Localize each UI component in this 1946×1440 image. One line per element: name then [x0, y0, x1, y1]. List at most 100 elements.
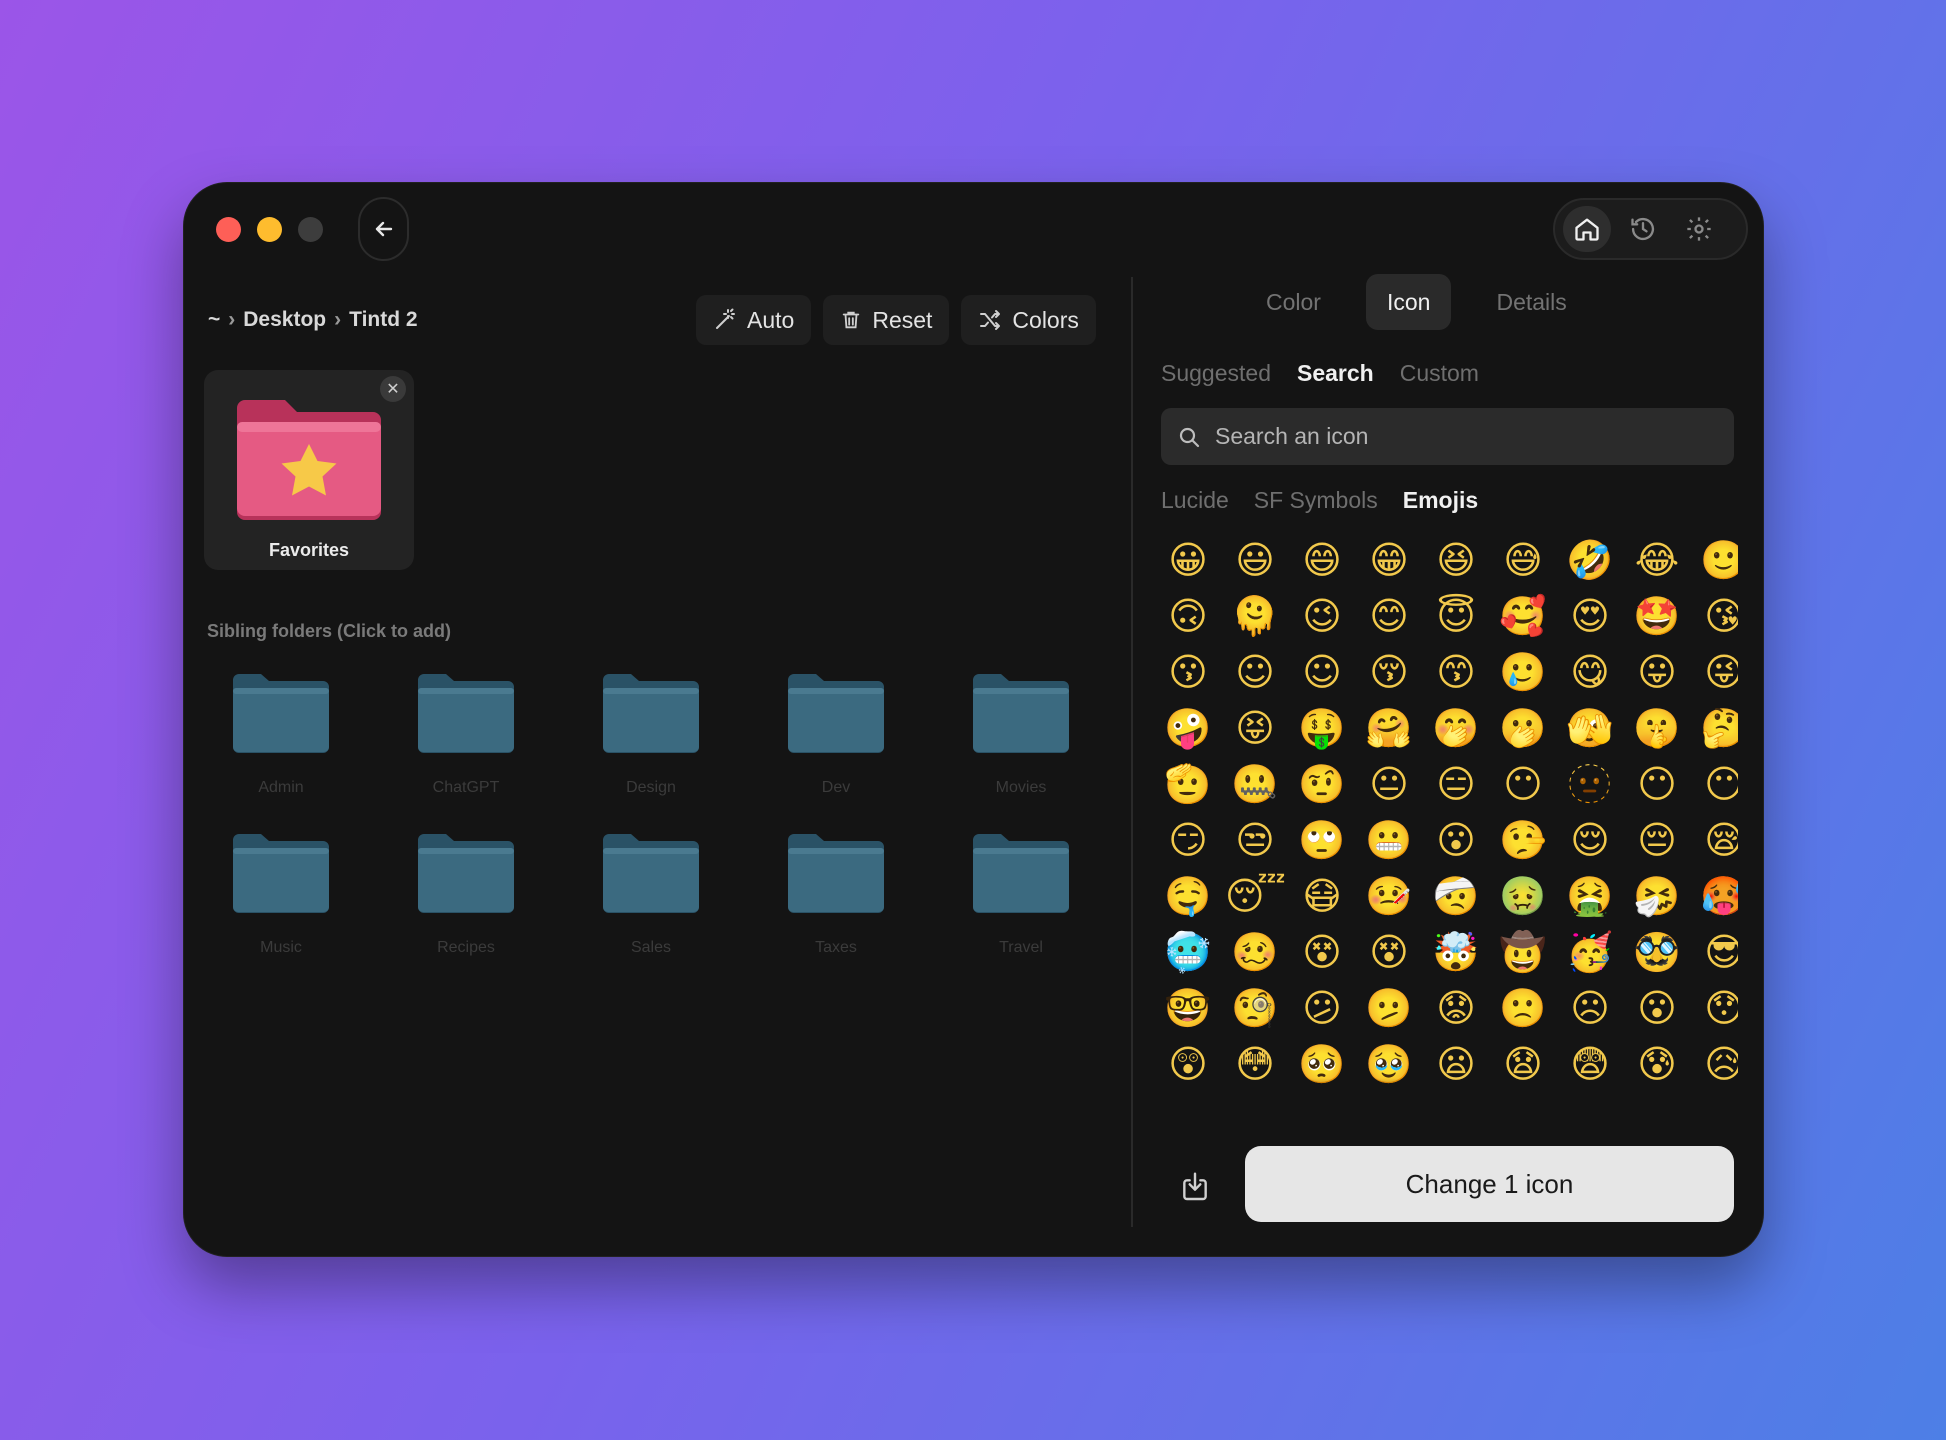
emoji-option[interactable]: 🥸 — [1627, 924, 1687, 980]
emoji-option[interactable]: 😊 — [1359, 588, 1419, 644]
emoji-option[interactable]: 😮 — [1426, 812, 1486, 868]
back-button[interactable] — [358, 197, 409, 261]
emoji-option[interactable]: 😨 — [1560, 1036, 1620, 1092]
emoji-option[interactable]: 😋 — [1560, 644, 1620, 700]
emoji-option[interactable]: 🙃 — [1158, 588, 1218, 644]
emoji-option[interactable]: 😂 — [1627, 532, 1687, 588]
emoji-option[interactable]: 😒 — [1225, 812, 1285, 868]
minimize-window-button[interactable] — [257, 217, 282, 242]
emoji-option[interactable]: 🤭 — [1426, 700, 1486, 756]
emoji-option[interactable]: 😪 — [1694, 812, 1738, 868]
emoji-option[interactable]: 🫥 — [1560, 756, 1620, 812]
emoji-option[interactable]: 😕 — [1292, 980, 1352, 1036]
emoji-option[interactable]: 😰 — [1627, 1036, 1687, 1092]
emoji-option[interactable]: 😯 — [1694, 980, 1738, 1036]
icon-search-input[interactable] — [1215, 423, 1695, 450]
sibling-folder[interactable]: Travel — [971, 832, 1071, 957]
sibling-folder[interactable]: Admin — [231, 672, 331, 797]
emoji-option[interactable]: 🤧 — [1627, 868, 1687, 924]
emoji-option[interactable]: 😃 — [1225, 532, 1285, 588]
sibling-folder[interactable]: Dev — [786, 672, 886, 797]
emoji-option[interactable]: 🫢 — [1493, 700, 1553, 756]
emoji-option[interactable]: 😬 — [1359, 812, 1419, 868]
close-window-button[interactable] — [216, 217, 241, 242]
emoji-option[interactable]: 🤥 — [1493, 812, 1553, 868]
sibling-folder[interactable]: Design — [601, 672, 701, 797]
emoji-option[interactable]: 😝 — [1225, 700, 1285, 756]
zoom-window-button[interactable] — [298, 217, 323, 242]
emoji-option[interactable]: 🥰 — [1493, 588, 1553, 644]
emoji-option[interactable]: 🥶 — [1158, 924, 1218, 980]
breadcrumb-item-desktop[interactable]: Desktop — [243, 308, 326, 332]
reset-button[interactable]: Reset — [823, 295, 950, 345]
emoji-option[interactable]: 😇 — [1426, 588, 1486, 644]
emoji-option[interactable]: 😑 — [1426, 756, 1486, 812]
auto-button[interactable]: Auto — [696, 295, 812, 345]
export-button[interactable] — [1175, 1167, 1215, 1207]
emoji-option[interactable]: 😵 — [1292, 924, 1352, 980]
emoji-option[interactable]: 😟 — [1426, 980, 1486, 1036]
emoji-option[interactable]: 🙄 — [1292, 812, 1352, 868]
emoji-option[interactable]: 😧 — [1493, 1036, 1553, 1092]
emoji-option[interactable]: 😶 — [1493, 756, 1553, 812]
emoji-option[interactable]: 😔 — [1627, 812, 1687, 868]
home-button[interactable] — [1563, 206, 1611, 252]
source-tab-sf-symbols[interactable]: SF Symbols — [1254, 487, 1378, 514]
emoji-option[interactable]: 🤪 — [1158, 700, 1218, 756]
emoji-option[interactable]: 😀 — [1158, 532, 1218, 588]
emoji-option[interactable]: 🤯 — [1426, 924, 1486, 980]
emoji-option[interactable]: 😳 — [1225, 1036, 1285, 1092]
emoji-option[interactable]: 🤗 — [1359, 700, 1419, 756]
emoji-option[interactable]: 😄 — [1292, 532, 1352, 588]
emoji-option[interactable]: 😛 — [1627, 644, 1687, 700]
emoji-option[interactable]: 🥺 — [1292, 1036, 1352, 1092]
emoji-option[interactable]: 😦 — [1426, 1036, 1486, 1092]
emoji-option[interactable]: 🤐 — [1225, 756, 1285, 812]
emoji-option[interactable]: 🙂 — [1694, 532, 1738, 588]
emoji-option[interactable]: 😜 — [1694, 644, 1738, 700]
sibling-folder[interactable]: Movies — [971, 672, 1071, 797]
emoji-option[interactable]: 😶 — [1694, 756, 1738, 812]
emoji-option[interactable]: 😵 — [1359, 924, 1419, 980]
emoji-option[interactable]: 😏 — [1158, 812, 1218, 868]
favorites-folder-card[interactable]: ✕ Favorites — [204, 370, 414, 570]
emoji-option[interactable]: 😆 — [1426, 532, 1486, 588]
source-tab-emojis[interactable]: Emojis — [1403, 487, 1478, 514]
emoji-option[interactable]: 😗 — [1158, 644, 1218, 700]
emoji-option[interactable]: 🤔 — [1694, 700, 1738, 756]
emoji-option[interactable]: 😲 — [1158, 1036, 1218, 1092]
emoji-option[interactable]: 😐 — [1359, 756, 1419, 812]
subtab-custom[interactable]: Custom — [1400, 360, 1479, 387]
history-button[interactable] — [1619, 206, 1667, 252]
emoji-option[interactable]: 😚 — [1359, 644, 1419, 700]
emoji-option[interactable]: 🫣 — [1560, 700, 1620, 756]
emoji-option[interactable]: 😙 — [1426, 644, 1486, 700]
emoji-option[interactable]: 🙁 — [1493, 980, 1553, 1036]
emoji-option[interactable]: 🫡 — [1158, 756, 1218, 812]
emoji-option[interactable]: 😴 — [1225, 868, 1286, 924]
tab-icon[interactable]: Icon — [1365, 274, 1452, 330]
emoji-option[interactable]: 😍 — [1560, 588, 1620, 644]
emoji-option[interactable]: 🥹 — [1359, 1036, 1419, 1092]
emoji-option[interactable]: 🤨 — [1292, 756, 1352, 812]
sibling-folder[interactable]: Music — [231, 832, 331, 957]
remove-favorite-button[interactable]: ✕ — [380, 376, 406, 402]
change-icon-button[interactable]: Change 1 icon — [1245, 1146, 1734, 1222]
emoji-option[interactable]: 😉 — [1292, 588, 1352, 644]
emoji-option[interactable]: 🤮 — [1560, 868, 1620, 924]
emoji-option[interactable]: 😷 — [1292, 868, 1352, 924]
emoji-option[interactable]: 🤤 — [1158, 868, 1218, 924]
emoji-option[interactable]: 🥴 — [1225, 924, 1285, 980]
emoji-option[interactable]: 🤣 — [1560, 532, 1620, 588]
emoji-option[interactable]: 😮 — [1627, 980, 1687, 1036]
emoji-option[interactable]: 🤕 — [1426, 868, 1486, 924]
breadcrumb-home[interactable]: ~ — [208, 308, 220, 332]
subtab-search[interactable]: Search — [1297, 360, 1374, 387]
emoji-option[interactable]: 😅 — [1493, 532, 1553, 588]
emoji-option[interactable]: 🤑 — [1292, 700, 1352, 756]
tab-details[interactable]: Details — [1475, 274, 1587, 330]
emoji-option[interactable]: 🥳 — [1560, 924, 1620, 980]
emoji-option[interactable]: 😁 — [1359, 532, 1419, 588]
emoji-option[interactable]: ☺ — [1225, 644, 1285, 700]
sibling-folder[interactable]: Taxes — [786, 832, 886, 957]
